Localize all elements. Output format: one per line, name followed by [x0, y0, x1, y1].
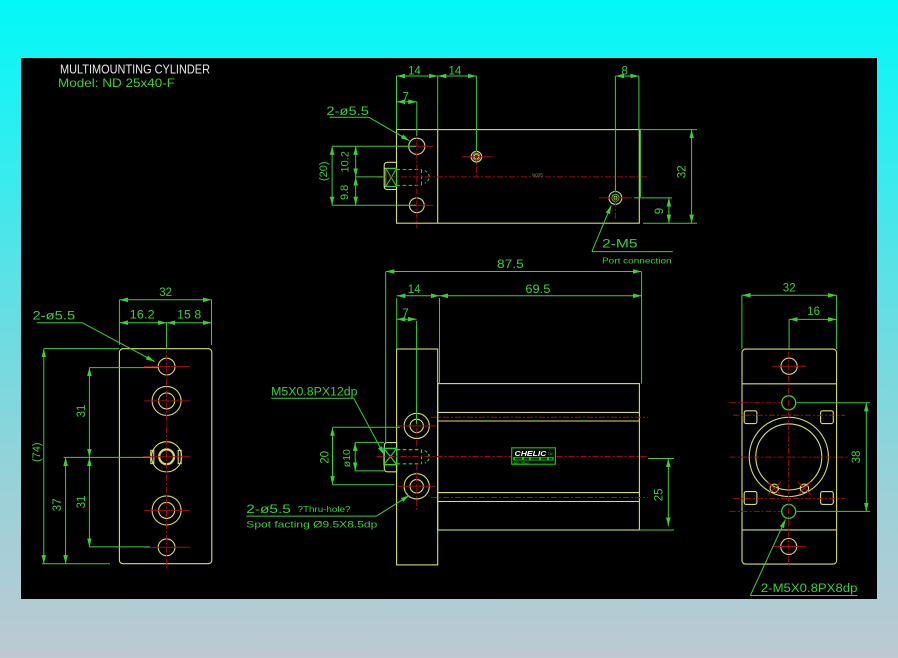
svg-text:7: 7 — [402, 308, 408, 320]
svg-text:9: 9 — [654, 208, 666, 214]
svg-text:N035: N035 — [532, 173, 543, 178]
svg-text:32: 32 — [783, 283, 796, 295]
svg-text:37: 37 — [52, 498, 64, 511]
svg-text:8: 8 — [622, 66, 628, 78]
svg-text:2-ø5.5: 2-ø5.5 — [246, 504, 290, 516]
svg-text:2-ø5.5: 2-ø5.5 — [326, 106, 369, 118]
svg-text:ø10: ø10 — [341, 449, 353, 467]
svg-text:38: 38 — [851, 451, 863, 464]
svg-text:7: 7 — [403, 91, 409, 103]
svg-text:10.2: 10.2 — [340, 151, 352, 172]
svg-text:31: 31 — [76, 405, 88, 418]
svg-text:Port connection: Port connection — [602, 257, 672, 266]
svg-text:M5X0.8PX12dp: M5X0.8PX12dp — [271, 387, 357, 399]
svg-text:(20): (20) — [318, 161, 330, 181]
svg-text:69.5: 69.5 — [525, 282, 550, 296]
svg-text:32: 32 — [677, 165, 689, 178]
svg-text:16: 16 — [807, 306, 820, 318]
svg-text:?Thru-hole?: ?Thru-hole? — [298, 505, 352, 514]
svg-text:87.5: 87.5 — [497, 257, 524, 271]
svg-text:14: 14 — [408, 284, 421, 296]
svg-text:31: 31 — [76, 496, 88, 509]
svg-text:25: 25 — [654, 489, 666, 502]
svg-text:14: 14 — [449, 66, 462, 78]
svg-text:14: 14 — [408, 66, 421, 78]
svg-text:(74): (74) — [31, 442, 43, 462]
svg-text:Model: ND 25x40-F: Model: ND 25x40-F — [58, 76, 175, 90]
svg-text:Spot facting Ø9.5X8.5dp: Spot facting Ø9.5X8.5dp — [246, 520, 377, 531]
svg-text:ND 25-1: ND 25-1 — [514, 461, 530, 466]
svg-text:20: 20 — [319, 451, 331, 464]
svg-text:16.2: 16.2 — [130, 310, 155, 322]
svg-text:9.8: 9.8 — [339, 185, 351, 200]
svg-text:2-M5X0.8PX8dp: 2-M5X0.8PX8dp — [761, 583, 858, 595]
svg-text:2-M5: 2-M5 — [602, 239, 638, 251]
svg-text:MULTIMOUNTING CYLINDER: MULTIMOUNTING CYLINDER — [60, 63, 210, 77]
svg-text:32: 32 — [159, 287, 172, 299]
svg-text:15 8: 15 8 — [177, 310, 201, 322]
svg-text:CHELIC: CHELIC — [515, 449, 548, 458]
svg-text:TM: TM — [548, 452, 553, 456]
svg-text:2-ø5.5: 2-ø5.5 — [33, 311, 76, 323]
